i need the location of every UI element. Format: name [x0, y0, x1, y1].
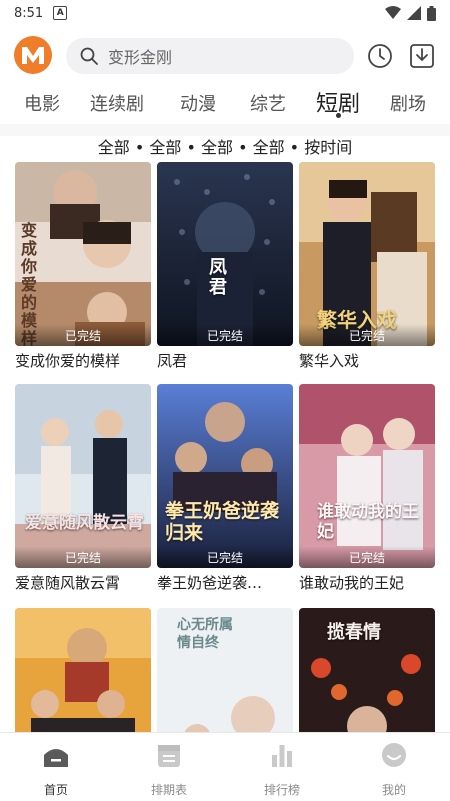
poster-title-art: 揽春情	[327, 622, 381, 643]
nav-profile-label: 我的	[381, 783, 406, 797]
drama-title[interactable]: 凤君	[157, 350, 293, 371]
tab-anime[interactable]: 动漫	[180, 90, 216, 116]
nav-ranking[interactable]: 排行榜	[237, 741, 327, 798]
home-icon	[44, 749, 68, 767]
tab-variety[interactable]: 综艺	[250, 90, 286, 116]
search-placeholder: 变形金刚	[108, 48, 173, 67]
nav-profile[interactable]: 我的	[349, 741, 439, 798]
drama-poster[interactable]: 谁敢动我的王妃 已完结	[299, 384, 435, 568]
nav-home[interactable]: 首页	[11, 741, 101, 798]
poster-title-art: 爱意随风散云霄	[25, 513, 144, 533]
drama-poster[interactable]: 拳王奶爸逆袭归来 已完结	[157, 384, 293, 568]
drama-title[interactable]: 繁华入戏	[299, 350, 435, 371]
poster-image	[157, 162, 293, 346]
status-badge: 已完结	[157, 546, 293, 568]
search-icon	[80, 47, 98, 65]
tab-movie[interactable]: 电影	[24, 90, 60, 116]
download-button[interactable]	[408, 42, 436, 70]
drama-poster[interactable]: 繁华入戏 已完结	[299, 162, 435, 346]
bottom-nav: 首页 排期表 排行榜 我的	[0, 732, 450, 801]
poster-image	[15, 384, 151, 568]
status-badge: 已完结	[157, 324, 293, 346]
poster-title-art: 谁敢动我的王妃	[317, 502, 419, 542]
poster-title-art: 拳王奶爸逆袭归来	[165, 500, 280, 544]
filter-summary[interactable]: 全部 • 全部 • 全部 • 全部 • 按时间	[0, 134, 450, 158]
status-bar: 8:51 A	[0, 0, 450, 26]
logo-m-icon	[22, 47, 44, 64]
tab-theater[interactable]: 剧场	[390, 90, 426, 116]
status-badge: 已完结	[15, 546, 151, 568]
drama-title[interactable]: 变成你爱的模样	[15, 350, 151, 371]
poster-title-art: 心无所属情自终	[177, 617, 233, 651]
tab-series[interactable]: 连续剧	[90, 90, 144, 116]
header: 变形金刚	[0, 36, 450, 76]
search-bar[interactable]: 变形金刚	[66, 38, 354, 74]
nav-schedule-label: 排期表	[150, 783, 187, 797]
app-logo[interactable]	[14, 36, 52, 74]
poster-title-art: 凤君	[209, 257, 227, 298]
drama-poster[interactable]: 变成你爱的模样 已完结	[15, 162, 151, 346]
nav-home-label: 首页	[43, 783, 68, 797]
nav-ranking-label: 排行榜	[263, 783, 300, 797]
signal-icon	[407, 6, 421, 20]
drama-poster[interactable]: 爱意随风散云霄 已完结	[15, 384, 151, 568]
drama-poster[interactable]: 凤君 已完结	[157, 162, 293, 346]
wifi-icon	[385, 6, 401, 19]
history-button[interactable]	[366, 42, 394, 70]
battery-icon	[427, 5, 436, 21]
nav-schedule[interactable]: 排期表	[124, 741, 214, 798]
drama-title[interactable]: 拳王奶爸逆袭…	[157, 572, 293, 593]
chart-icon	[272, 745, 292, 767]
calendar-icon	[158, 745, 180, 767]
status-badge: 已完结	[299, 546, 435, 568]
profile-icon	[382, 743, 406, 767]
download-icon	[410, 44, 434, 68]
notification-icon: A	[53, 6, 68, 20]
status-badge: 已完结	[299, 324, 435, 346]
active-tab-indicator	[336, 113, 341, 118]
category-tabs: 电影 连续剧 动漫 综艺 短剧 剧场	[0, 84, 450, 122]
drama-title[interactable]: 谁敢动我的王妃	[299, 572, 435, 593]
clock-icon	[368, 44, 392, 68]
drama-title[interactable]: 爱意随风散云霄	[15, 572, 151, 593]
status-badge: 已完结	[15, 324, 151, 346]
status-time: 8:51	[14, 5, 44, 21]
